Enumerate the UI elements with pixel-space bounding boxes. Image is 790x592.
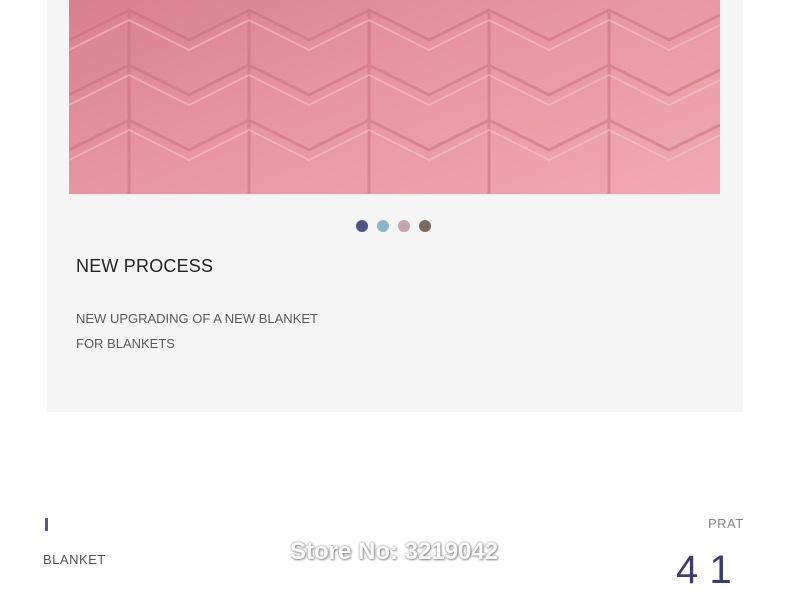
description-line-1: NEW UPGRADING OF A NEW BLANKET xyxy=(76,311,318,326)
carousel-dot-lightblue[interactable] xyxy=(377,220,389,232)
carousel-dots xyxy=(356,220,431,234)
store-watermark: Store No: 3219042 xyxy=(290,538,499,565)
section-label: BLANKET xyxy=(43,552,106,567)
feature-heading: NEW PROCESS xyxy=(76,256,214,276)
feature-description: NEW UPGRADING OF A NEW BLANKET FOR BLANK… xyxy=(76,306,376,356)
feature-card: NEW PROCESS NEW UPGRADING OF A NEW BLANK… xyxy=(47,0,743,412)
carousel-dot-brown[interactable] xyxy=(419,220,431,232)
part-label: PRAT xyxy=(708,516,744,531)
carousel-dot-navy[interactable] xyxy=(356,220,368,232)
pink-blanket-image xyxy=(69,0,720,194)
part-number: 4 1 xyxy=(676,548,732,592)
section-accent-bar xyxy=(45,518,48,531)
blanket-texture xyxy=(69,8,720,194)
carousel-dot-pink[interactable] xyxy=(398,220,410,232)
description-line-2: FOR BLANKETS xyxy=(76,336,175,351)
